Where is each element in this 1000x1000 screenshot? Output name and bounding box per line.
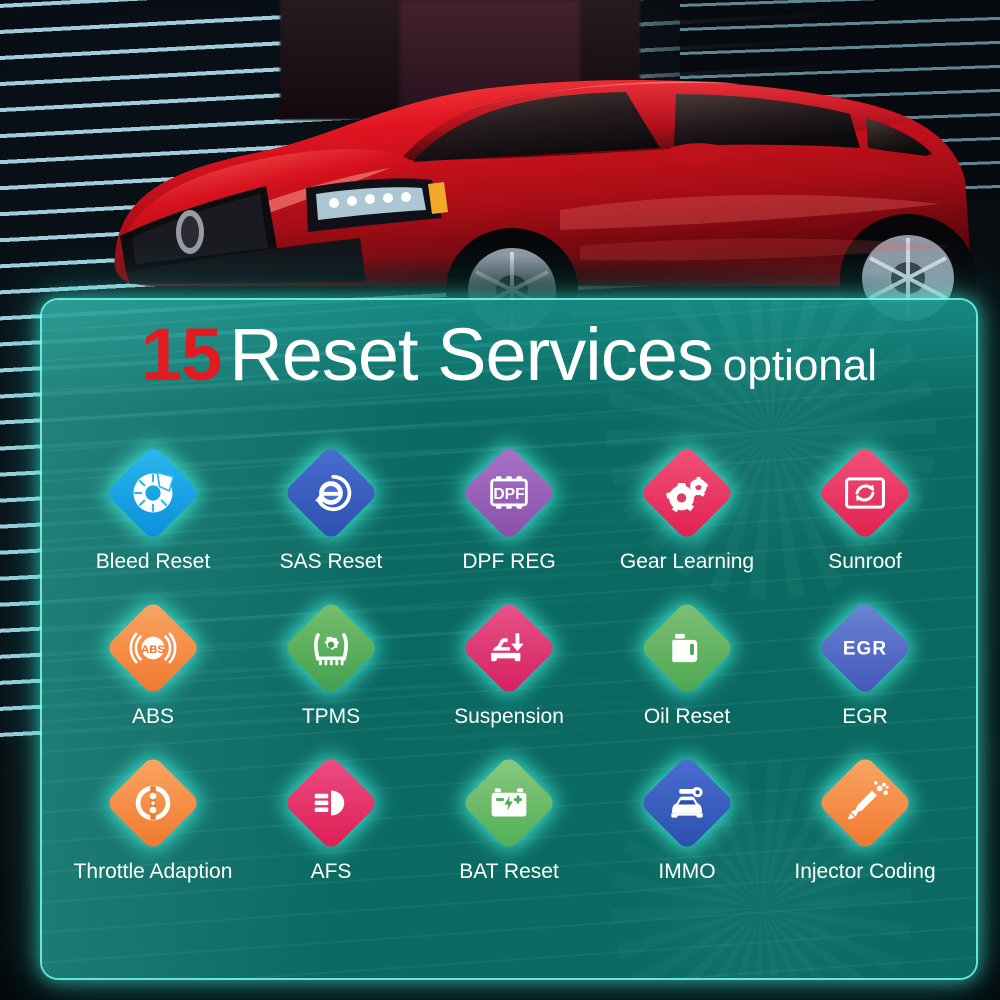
service-label: Gear Learning bbox=[619, 550, 755, 573]
service-label: EGR bbox=[842, 705, 888, 728]
service-diamond[interactable] bbox=[458, 752, 560, 854]
gears-icon bbox=[661, 467, 713, 519]
service-item[interactable]: EGR EGR bbox=[776, 597, 954, 729]
service-label: DPF REG bbox=[462, 550, 556, 573]
fuel-injector-icon bbox=[839, 777, 891, 829]
service-diamond[interactable] bbox=[280, 597, 382, 699]
headlight-icon bbox=[305, 777, 357, 829]
service-item[interactable]: TPMS bbox=[242, 597, 420, 729]
service-diamond[interactable] bbox=[102, 752, 204, 854]
battery-icon bbox=[483, 777, 535, 829]
service-item[interactable]: DPF DPF REG bbox=[420, 442, 598, 574]
service-item[interactable]: IMMO bbox=[598, 752, 776, 884]
svg-text:ABS: ABS bbox=[141, 644, 165, 656]
service-diamond[interactable]: ABS bbox=[102, 597, 204, 699]
brake-disc-icon bbox=[127, 467, 179, 519]
service-item[interactable]: SAS Reset bbox=[242, 442, 420, 574]
title-suffix: optional bbox=[722, 341, 878, 390]
service-diamond[interactable] bbox=[636, 597, 738, 699]
service-item[interactable]: Sunroof bbox=[776, 442, 954, 574]
service-label: IMMO bbox=[658, 860, 716, 883]
oil-can-icon bbox=[661, 622, 713, 674]
service-label: AFS bbox=[310, 860, 352, 883]
service-item[interactable]: ABS ABS bbox=[64, 597, 242, 729]
service-diamond[interactable] bbox=[102, 442, 204, 544]
service-label: Oil Reset bbox=[643, 705, 731, 728]
throttle-body-icon bbox=[127, 777, 179, 829]
service-item[interactable]: Suspension bbox=[420, 597, 598, 729]
service-label: BAT Reset bbox=[459, 860, 559, 883]
service-label: SAS Reset bbox=[279, 550, 383, 573]
svg-text:DPF: DPF bbox=[493, 486, 525, 503]
service-diamond[interactable] bbox=[636, 752, 738, 854]
page-title: 15 Reset Services optional bbox=[42, 318, 976, 392]
service-label: TPMS bbox=[301, 705, 361, 728]
service-item[interactable]: Gear Learning bbox=[598, 442, 776, 574]
service-item[interactable]: Injector Coding bbox=[776, 752, 954, 884]
service-label: Suspension bbox=[454, 705, 564, 728]
title-count: 15 bbox=[140, 313, 222, 396]
service-item[interactable]: Bleed Reset bbox=[64, 442, 242, 574]
abs-brake-icon: ABS bbox=[127, 622, 179, 674]
red-sedan-illustration bbox=[60, 40, 980, 352]
service-item[interactable]: Throttle Adaption bbox=[64, 752, 242, 884]
tire-pressure-icon bbox=[305, 622, 357, 674]
car-suspension-icon bbox=[483, 622, 535, 674]
steering-wheel-icon bbox=[305, 467, 357, 519]
svg-text:EGR: EGR bbox=[843, 639, 887, 660]
service-label: Injector Coding bbox=[794, 860, 936, 883]
promo-banner: 15 Reset Services optional Bleed Reset SAS… bbox=[0, 0, 1000, 1000]
service-label: ABS bbox=[131, 705, 175, 728]
service-item[interactable]: Oil Reset bbox=[598, 597, 776, 729]
sunroof-refresh-icon bbox=[839, 467, 891, 519]
dpf-filter-icon: DPF bbox=[483, 467, 535, 519]
service-diamond[interactable]: EGR bbox=[814, 597, 916, 699]
service-diamond[interactable]: DPF bbox=[458, 442, 560, 544]
egr-text-icon: EGR bbox=[839, 622, 891, 674]
service-label: Sunroof bbox=[828, 550, 902, 573]
service-item[interactable]: AFS bbox=[242, 752, 420, 884]
title-main: Reset Services bbox=[229, 313, 714, 396]
service-diamond[interactable] bbox=[280, 442, 382, 544]
service-item[interactable]: BAT Reset bbox=[420, 752, 598, 884]
car-key-icon bbox=[661, 777, 713, 829]
reset-services-panel: 15 Reset Services optional Bleed Reset SAS… bbox=[42, 300, 976, 978]
service-diamond[interactable] bbox=[280, 752, 382, 854]
service-diamond[interactable] bbox=[458, 597, 560, 699]
service-label: Bleed Reset bbox=[95, 550, 211, 573]
service-diamond[interactable] bbox=[636, 442, 738, 544]
service-diamond[interactable] bbox=[814, 442, 916, 544]
services-grid: Bleed Reset SAS Reset DPF DPF REG Gear L… bbox=[64, 442, 954, 884]
service-label: Throttle Adaption bbox=[73, 860, 233, 883]
service-diamond[interactable] bbox=[814, 752, 916, 854]
